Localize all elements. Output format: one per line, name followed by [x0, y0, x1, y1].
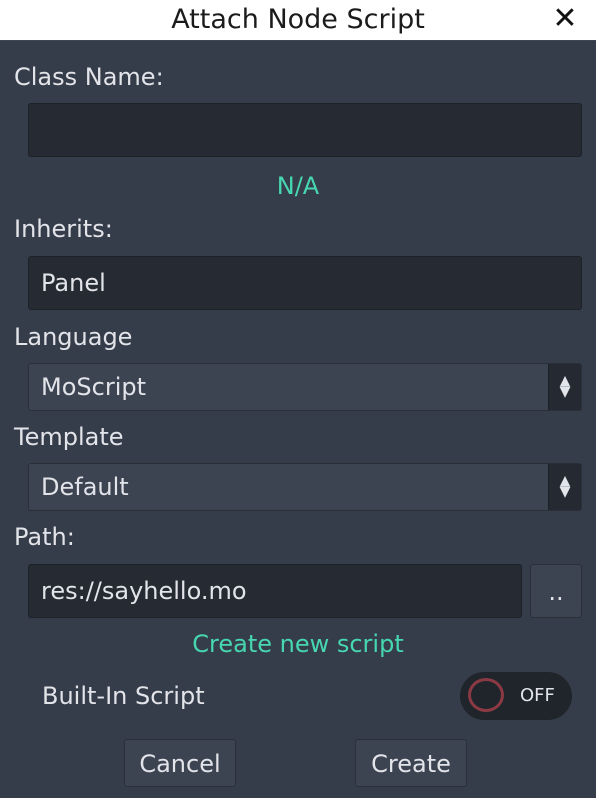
dialog-titlebar: Attach Node Script ✕: [0, 0, 596, 41]
close-button[interactable]: ✕: [548, 2, 582, 36]
builtin-script-toggle[interactable]: OFF: [460, 672, 572, 720]
inherits-input[interactable]: Panel: [28, 256, 582, 310]
language-selected-value: MoScript: [41, 373, 146, 401]
browse-path-button[interactable]: ..: [530, 564, 582, 618]
language-label: Language: [14, 323, 133, 351]
toggle-knob-icon: [468, 678, 504, 712]
close-icon: ✕: [552, 1, 578, 36]
class-name-label: Class Name:: [14, 63, 164, 91]
attach-node-script-dialog: Attach Node Script ✕ Class Name: N/A Inh…: [0, 0, 596, 798]
language-select[interactable]: MoScript ▲ ▼: [28, 363, 582, 411]
toggle-state-text: OFF: [520, 685, 555, 706]
path-label: Path:: [14, 523, 75, 551]
class-name-input[interactable]: [28, 103, 582, 157]
updown-arrows-icon: ▲ ▼: [548, 464, 581, 510]
cancel-button[interactable]: Cancel: [124, 739, 236, 787]
builtin-script-label: Built-In Script: [42, 682, 205, 710]
dialog-title: Attach Node Script: [171, 4, 425, 35]
updown-arrows-icon: ▲ ▼: [548, 364, 581, 410]
class-name-status: N/A: [276, 172, 320, 200]
inherits-label: Inherits:: [14, 215, 113, 243]
path-input[interactable]: res://sayhello.mo: [28, 564, 522, 618]
template-selected-value: Default: [41, 473, 129, 501]
path-status: Create new script: [192, 630, 404, 658]
template-label: Template: [14, 423, 124, 451]
template-select[interactable]: Default ▲ ▼: [28, 463, 582, 511]
create-button[interactable]: Create: [355, 739, 467, 787]
